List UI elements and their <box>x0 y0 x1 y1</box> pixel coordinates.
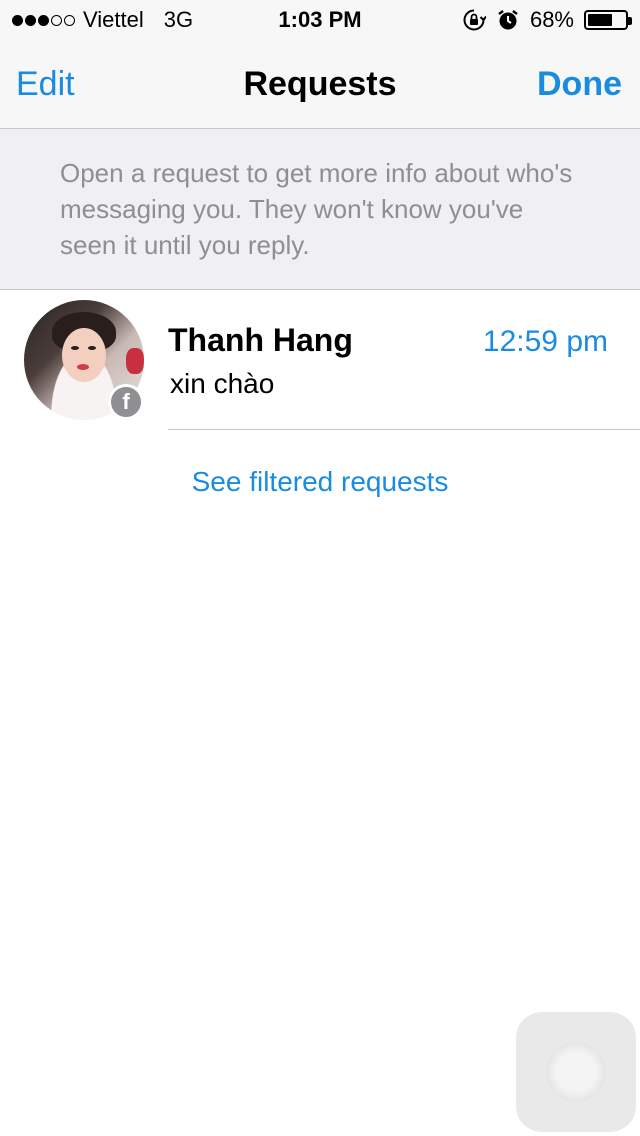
request-message-preview: xin chào <box>170 368 275 399</box>
status-bar-right: 68% <box>462 6 632 34</box>
avatar-eye <box>88 346 96 350</box>
battery-fill <box>588 14 612 26</box>
alarm-icon <box>498 10 518 30</box>
avatar-eye <box>71 346 79 350</box>
row-divider <box>168 429 640 430</box>
assistive-touch-icon <box>546 1042 606 1102</box>
battery-tip <box>628 17 632 25</box>
see-filtered-requests-link[interactable]: See filtered requests <box>0 462 640 502</box>
done-button[interactable]: Done <box>537 62 622 106</box>
request-sender-name: Thanh Hang <box>168 322 353 358</box>
navigation-bar: Edit Requests Done <box>0 40 640 129</box>
avatar-flower <box>126 348 144 374</box>
info-banner: Open a request to get more info about wh… <box>0 129 640 290</box>
status-bar: Viettel 3G 1:03 PM 68% <box>0 0 640 40</box>
facebook-icon: f <box>108 384 144 420</box>
assistive-touch-button[interactable] <box>516 1012 636 1132</box>
info-text: Open a request to get more info about wh… <box>60 158 573 260</box>
request-timestamp: 12:59 pm <box>482 325 608 358</box>
battery-icon <box>584 10 632 30</box>
rotation-lock-icon <box>463 9 486 31</box>
request-row[interactable]: f Thanh Hang 12:59 pm xin chào <box>0 290 640 430</box>
avatar-face <box>62 328 106 382</box>
battery-percent: 68% <box>529 7 574 32</box>
avatar-lips <box>77 364 89 370</box>
